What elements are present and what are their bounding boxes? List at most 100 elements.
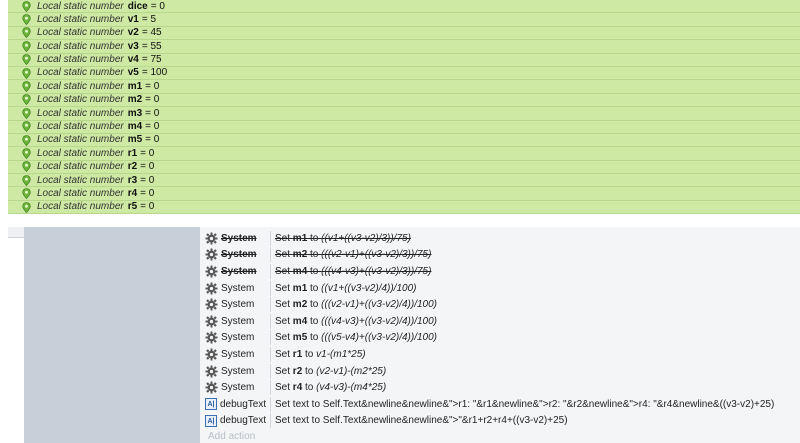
variable-pin-icon: [22, 81, 31, 92]
action-divider: [270, 313, 271, 329]
action-connector: to: [302, 365, 317, 377]
variable-type-label: Local static number: [37, 121, 124, 133]
gear-icon: [205, 381, 218, 394]
action-object[interactable]: System: [200, 282, 270, 295]
action-object[interactable]: A| debugText: [200, 414, 270, 427]
action-object[interactable]: System: [200, 265, 270, 278]
action-object-name: System: [221, 282, 255, 294]
variable-value: = 0: [140, 161, 155, 173]
variable-type-label: Local static number: [37, 201, 124, 213]
variable-row[interactable]: Local static number v3 = 55: [8, 40, 800, 54]
variable-type-label: Local static number: [37, 174, 124, 186]
action-text[interactable]: Set r4 to (v4-v3)-(m4*25): [275, 382, 386, 393]
variable-name: v4: [127, 54, 139, 66]
action-row[interactable]: System Set r1 to v1-(m1*25): [200, 346, 800, 363]
variable-value: = 0: [145, 94, 160, 106]
action-connector: to: [302, 382, 317, 394]
action-expression: (((v4-v3)+((v3-v2)/4))/100): [321, 315, 438, 327]
action-object-name: System: [221, 232, 257, 244]
action-divider: [270, 230, 271, 246]
variable-row[interactable]: Local static number dice = 0: [8, 0, 800, 14]
action-object[interactable]: System: [200, 348, 270, 361]
variable-name: r3: [127, 174, 138, 186]
variable-pin-icon: [22, 94, 31, 106]
action-prefix: Set: [275, 365, 293, 377]
action-object[interactable]: System: [200, 381, 270, 394]
variable-name: v3: [127, 40, 139, 52]
variable-row[interactable]: Local static number m3 = 0: [8, 107, 800, 121]
variable-value: = 100: [141, 67, 168, 79]
variable-name: r2: [127, 161, 138, 173]
action-variable: r2: [292, 365, 303, 377]
add-action-link[interactable]: Add action: [208, 431, 255, 442]
gear-icon: [205, 365, 218, 378]
action-divider: [270, 396, 271, 412]
variable-row[interactable]: Local static number r4 = 0: [8, 187, 800, 201]
action-variable: m2: [292, 249, 308, 261]
action-object[interactable]: System: [200, 232, 270, 245]
action-text[interactable]: Set m2 to (((v2-v1)+((v3-v2)/3))/75): [275, 249, 431, 260]
variable-row[interactable]: Local static number r3 = 0: [8, 174, 800, 188]
variable-type-label: Local static number: [37, 187, 124, 199]
action-text[interactable]: Set m4 to (((v4-v3)+((v3-v2)/4))/100): [275, 316, 437, 327]
action-row[interactable]: System Set m1 to ((v1+((v3-v2)/4))/100): [200, 280, 800, 297]
action-row[interactable]: System Set m2 to (((v2-v1)+((v3-v2)/4))/1…: [200, 296, 800, 313]
variable-name: m1: [127, 80, 143, 92]
variable-row[interactable]: Local static number r2 = 0: [8, 160, 800, 175]
action-object-name: System: [221, 315, 255, 327]
variable-name: v2: [127, 27, 139, 39]
action-variable: m1: [292, 282, 308, 294]
variable-row[interactable]: Local static number m5 = 0: [8, 133, 800, 148]
action-text[interactable]: Set text to Self.Text&newline&newline&">…: [275, 415, 568, 426]
action-text[interactable]: Set m1 to ((v1+((v3-v2)/3))/75): [275, 233, 411, 244]
variable-row[interactable]: Local static number m4 = 0: [8, 120, 800, 134]
action-text[interactable]: Set m4 to (((v4-v3)+((v3-v2)/3))/75): [275, 266, 431, 277]
variable-row[interactable]: Local static number v2 = 45: [8, 26, 800, 41]
action-row[interactable]: A| debugText Set text to Self.Text&newline…: [200, 413, 800, 430]
action-row[interactable]: System Set m4 to (((v4-v3)+((v3-v2)/3))/7…: [200, 263, 800, 280]
action-expression: (((v5-v4)+((v3-v2)/4))/100): [321, 332, 438, 344]
action-object[interactable]: System: [200, 365, 270, 378]
action-connector: to: [307, 315, 322, 327]
action-row[interactable]: System Set m4 to (((v4-v3)+((v3-v2)/4))/1…: [200, 313, 800, 330]
variable-name: r4: [127, 187, 138, 199]
action-text[interactable]: Set text to Self.Text&newline&newline&">…: [275, 399, 774, 410]
action-text[interactable]: Set m5 to (((v5-v4)+((v3-v2)/4))/100): [275, 332, 437, 343]
action-text[interactable]: Set r1 to v1-(m1*25): [275, 349, 366, 360]
variable-row[interactable]: Local static number r5 = 0: [8, 200, 800, 215]
variable-name: m3: [127, 107, 143, 119]
variable-row[interactable]: Local static number v5 = 100: [8, 66, 800, 81]
variable-row[interactable]: Local static number r1 = 0: [8, 147, 800, 161]
action-row[interactable]: System Set m5 to (((v5-v4)+((v3-v2)/4))/1…: [200, 330, 800, 347]
variable-row[interactable]: Local static number v4 = 75: [8, 53, 800, 67]
variable-type-label: Local static number: [37, 27, 124, 39]
action-expression: Set text to Self.Text&newline&newline&">…: [275, 398, 775, 410]
variable-pin-icon: [22, 121, 31, 133]
condition-column[interactable]: [24, 227, 200, 443]
action-text[interactable]: Set m1 to ((v1+((v3-v2)/4))/100): [275, 283, 416, 294]
variable-value: = 0: [145, 134, 160, 146]
variable-row[interactable]: Local static number m1 = 0: [8, 80, 800, 94]
action-row[interactable]: A| debugText Set text to Self.Text&newline…: [200, 396, 800, 413]
variable-type-label: Local static number: [37, 161, 124, 173]
action-row[interactable]: System Set r4 to (v4-v3)-(m4*25): [200, 379, 800, 396]
variable-value: = 45: [141, 27, 162, 39]
gear-icon: [205, 331, 218, 344]
variable-pin-icon: [22, 148, 31, 159]
action-object[interactable]: System: [200, 298, 270, 311]
action-object[interactable]: System: [200, 331, 270, 344]
action-row[interactable]: System Set m1 to ((v1+((v3-v2)/3))/75): [200, 230, 800, 247]
action-object[interactable]: System: [200, 248, 270, 261]
action-row[interactable]: System Set m2 to (((v2-v1)+((v3-v2)/3))/7…: [200, 247, 800, 264]
action-row[interactable]: System Set r2 to (v2-v1)-(m2*25): [200, 363, 800, 380]
action-text[interactable]: Set m2 to (((v2-v1)+((v3-v2)/4))/100): [275, 299, 437, 310]
variable-row[interactable]: Local static number m2 = 0: [8, 93, 800, 108]
text-object-icon: A|: [205, 398, 217, 411]
variable-row[interactable]: Local static number v1 = 5: [8, 13, 800, 27]
variable-list: Local static number dice = 0 Local static n…: [8, 0, 800, 215]
action-object[interactable]: System: [200, 315, 270, 328]
action-text[interactable]: Set r2 to (v2-v1)-(m2*25): [275, 366, 386, 377]
action-object[interactable]: A| debugText: [200, 398, 270, 411]
action-variable: m1: [292, 232, 308, 244]
action-prefix: Set: [275, 249, 293, 261]
